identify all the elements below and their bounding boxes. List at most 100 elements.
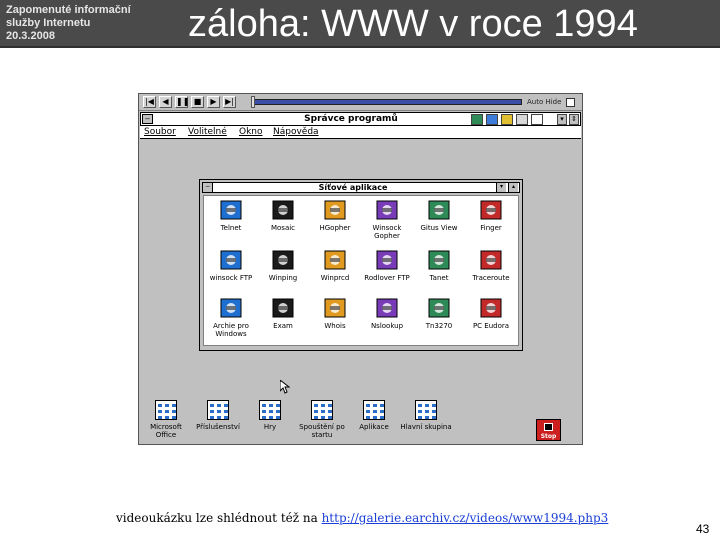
app-icon-item[interactable]: Winsock Gopher xyxy=(360,198,414,248)
app-icon-item[interactable]: Exam xyxy=(256,296,310,346)
app-icon-item[interactable]: Tanet xyxy=(412,248,466,298)
network-apps-window: − Síťové aplikace ▾ ▴ Telnet Mosaic HGophe… xyxy=(199,179,523,351)
traceroute-icon xyxy=(479,248,503,272)
auto-hide-label: Auto Hide xyxy=(527,98,562,106)
toolbar-run-icon[interactable] xyxy=(501,114,513,125)
program-manager-menubar: Soubor Volitelné Okno Nápověda xyxy=(140,126,581,139)
program-group-window-icon xyxy=(259,400,281,420)
tanet-icon xyxy=(427,248,451,272)
slide-number: 43 xyxy=(696,522,710,536)
program-group-window-icon xyxy=(415,400,437,420)
restore-button[interactable]: ⇕ xyxy=(569,114,579,125)
app-icon-item[interactable]: Whois xyxy=(308,296,362,346)
video-link[interactable]: http://galerie.earchiv.cz/videos/www1994… xyxy=(322,511,609,525)
telnet-icon xyxy=(219,198,243,222)
window-maximize-button[interactable]: ▴ xyxy=(508,183,518,192)
app-icon-item[interactable]: Telnet xyxy=(204,198,258,248)
app-icon-item[interactable]: Archie pro Windows xyxy=(204,296,258,346)
app-icon-item[interactable]: Nslookup xyxy=(360,296,414,346)
app-icon-item[interactable]: Traceroute xyxy=(464,248,518,298)
stop-button-label: Stop xyxy=(540,433,557,440)
menu-volitelne[interactable]: Volitelné xyxy=(188,127,227,138)
program-group-icon[interactable]: Spouštění po startu xyxy=(295,400,349,444)
slide-title: záloha: WWW v roce 1994 xyxy=(188,3,638,45)
program-group-label: Microsoft Office xyxy=(150,423,182,439)
program-group-label: Spouštění po startu xyxy=(299,423,345,439)
stop-button[interactable]: Stop xyxy=(536,419,561,441)
app-icon-label: Winping xyxy=(268,274,298,282)
stop-playback-button[interactable]: ■ xyxy=(191,96,204,108)
program-group-label: Příslušenství xyxy=(196,423,240,431)
winprcd-icon xyxy=(323,248,347,272)
ftp-icon xyxy=(219,248,243,272)
app-icon-label: winsock FTP xyxy=(209,274,253,282)
app-icon-label: Exam xyxy=(273,322,293,330)
app-icon-label: Tn3270 xyxy=(425,322,453,330)
minimize-button[interactable]: ▾ xyxy=(557,114,567,125)
menu-okno[interactable]: Okno xyxy=(239,127,263,138)
program-group-icon[interactable]: Příslušenství xyxy=(191,400,245,444)
pause-button[interactable]: ❚❚ xyxy=(175,96,189,108)
auto-hide-checkbox[interactable] xyxy=(566,98,575,107)
hgopher-icon xyxy=(323,198,347,222)
footer-note: videoukázku lze shlédnout též na http://… xyxy=(116,510,608,526)
header-subtitle-line-3: 20.3.2008 xyxy=(6,30,55,42)
screenshot-area: |◀ ◀ ❚❚ ■ ▶ ▶| Auto Hide − Správce progr… xyxy=(138,93,583,445)
network-apps-list: Telnet Mosaic HGopher Winsock Gopher Gitus V… xyxy=(203,195,519,346)
program-group-window-icon xyxy=(207,400,229,420)
app-icon-item[interactable]: Winprcd xyxy=(308,248,362,298)
seek-handle[interactable] xyxy=(251,96,255,108)
program-group-label: Hry xyxy=(263,423,277,431)
program-group-label: Aplikace xyxy=(359,423,389,431)
app-icon-item[interactable]: winsock FTP xyxy=(204,248,258,298)
app-icon-item[interactable]: Gitus View xyxy=(412,198,466,248)
header-subtitle-line-1: Zapomenuté informační xyxy=(6,4,131,16)
app-icon-item[interactable]: Winping xyxy=(256,248,310,298)
app-icon-label: Nslookup xyxy=(370,322,404,330)
media-player-bar: |◀ ◀ ❚❚ ■ ▶ ▶| Auto Hide xyxy=(139,94,582,111)
app-icon-label: Telnet xyxy=(220,224,242,232)
menu-soubor[interactable]: Soubor xyxy=(144,127,176,138)
program-group-icon[interactable]: Hlavní skupina xyxy=(399,400,453,444)
slide-header: Zapomenuté informační služby Internetu 2… xyxy=(0,0,720,48)
rodlover-ftp-icon xyxy=(375,248,399,272)
program-group-window-icon xyxy=(363,400,385,420)
app-icon-item[interactable]: HGopher xyxy=(308,198,362,248)
toolbar-info-icon[interactable] xyxy=(531,114,543,125)
app-icon-item[interactable]: Finger xyxy=(464,198,518,248)
program-manager-title: Správce programů xyxy=(304,114,398,124)
stop-icon xyxy=(544,423,553,431)
eudora-icon xyxy=(479,296,503,320)
app-icon-item[interactable]: Mosaic xyxy=(256,198,310,248)
window-minimize-button[interactable]: ▾ xyxy=(496,183,506,192)
program-group-icon[interactable]: Aplikace xyxy=(347,400,401,444)
seek-track[interactable] xyxy=(252,99,522,105)
program-group-icon[interactable]: Hry xyxy=(243,400,297,444)
program-group-window-icon xyxy=(155,400,177,420)
finger-icon xyxy=(479,198,503,222)
program-manager-titlebar: − Správce programů ▾ ⇕ xyxy=(140,112,581,126)
skip-forward-button[interactable]: ▶| xyxy=(223,96,236,108)
toolbar-help-icon[interactable] xyxy=(516,114,528,125)
toolbar-tile-icon[interactable] xyxy=(471,114,483,125)
app-icon-label: Traceroute xyxy=(472,274,510,282)
app-icon-label: Tanet xyxy=(429,274,449,282)
skip-back-button[interactable]: |◀ xyxy=(143,96,156,108)
app-icon-label: Whois xyxy=(324,322,346,330)
rewind-button[interactable]: ◀ xyxy=(159,96,172,108)
play-button[interactable]: ▶ xyxy=(207,96,220,108)
app-icon-label: Rodlover FTP xyxy=(364,274,410,282)
archie-icon xyxy=(219,296,243,320)
app-icon-label: Winsock Gopher xyxy=(372,224,402,240)
app-icon-item[interactable]: Rodlover FTP xyxy=(360,248,414,298)
app-icon-item[interactable]: PC Eudora xyxy=(464,296,518,346)
program-group-label: Hlavní skupina xyxy=(400,423,452,431)
app-icon-label: Gitus View xyxy=(420,224,458,232)
toolbar-arrange-icon[interactable] xyxy=(486,114,498,125)
gitus-view-icon xyxy=(427,198,451,222)
app-icon-item[interactable]: Tn3270 xyxy=(412,296,466,346)
app-icon-label: Winprcd xyxy=(320,274,350,282)
menu-napoveda[interactable]: Nápověda xyxy=(273,127,319,138)
program-group-icon[interactable]: Microsoft Office xyxy=(139,400,193,444)
app-icon-label: Finger xyxy=(480,224,502,232)
